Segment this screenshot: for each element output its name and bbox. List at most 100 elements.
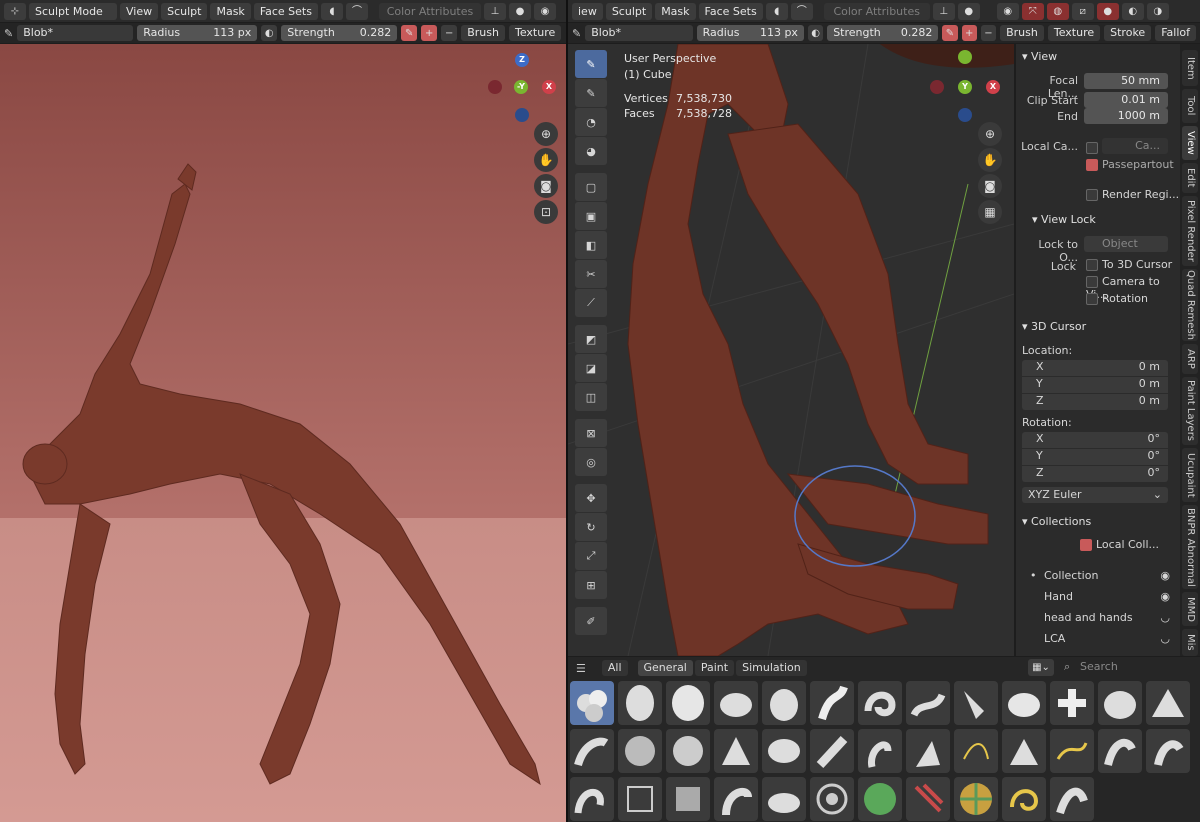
mask-by-color-tool[interactable]: ◎: [575, 448, 607, 476]
zoom-icon[interactable]: ⊕: [978, 122, 1002, 146]
cloth-filter-tool[interactable]: ◪: [575, 354, 607, 382]
camera-icon[interactable]: ◙: [534, 174, 558, 198]
brush-thumbnail[interactable]: [954, 729, 998, 773]
brush-thumbnail[interactable]: [714, 681, 758, 725]
symmetry-icon[interactable]: ◖: [765, 2, 788, 20]
view-lock-header[interactable]: ▾ View Lock: [1032, 212, 1096, 228]
stroke-menu[interactable]: Stroke: [1104, 25, 1152, 41]
strength-field[interactable]: Strength 0.282: [281, 25, 398, 41]
tab-ucupaint[interactable]: Ucupaint: [1182, 448, 1198, 502]
local-collections-option[interactable]: Local Coll...: [1080, 538, 1159, 551]
menu-sculpt-right[interactable]: Sculpt: [605, 2, 653, 20]
brush-thumbnail[interactable]: [666, 681, 710, 725]
gizmo-x-axis[interactable]: X: [986, 80, 1000, 94]
brush-menu[interactable]: Brush: [1000, 25, 1044, 41]
collection-item[interactable]: head and hands ◡: [1030, 611, 1170, 624]
menu-mask-right[interactable]: Mask: [655, 2, 696, 20]
paint-tool[interactable]: ◕: [575, 137, 607, 165]
box-mask-tool[interactable]: ▢: [575, 173, 607, 201]
color-attributes-button[interactable]: Color Attributes: [378, 2, 481, 20]
brush-thumbnail[interactable]: [810, 729, 854, 773]
strength-field[interactable]: Strength 0.282: [827, 25, 939, 41]
brush-thumbnail[interactable]: [954, 681, 998, 725]
tab-item[interactable]: Item: [1182, 50, 1198, 86]
tab-bnpr-abnormal[interactable]: BNPR Abnormal: [1182, 505, 1198, 589]
menu-view[interactable]: View: [120, 2, 159, 20]
tab-quad-remesh[interactable]: Quad Remesh: [1182, 269, 1198, 341]
cursor-location-x[interactable]: X0 m: [1022, 360, 1168, 376]
collection-item[interactable]: • Collection ◉: [1030, 569, 1170, 582]
texture-menu[interactable]: Texture: [1047, 25, 1101, 41]
lock-icon[interactable]: ⊡: [534, 200, 558, 224]
local-camera-field[interactable]: Ca...: [1102, 138, 1168, 154]
curve-icon[interactable]: ⌒: [345, 2, 368, 20]
brush-thumbnail[interactable]: [570, 681, 614, 725]
brush-thumbnail[interactable]: [906, 729, 950, 773]
render-region-checkbox[interactable]: [1086, 189, 1098, 201]
gizmo-neg-z-axis[interactable]: [958, 108, 972, 122]
gizmo-x-axis[interactable]: X: [542, 80, 556, 94]
shading-solid-icon[interactable]: ●: [1096, 2, 1119, 20]
box-face-set-tool[interactable]: ◧: [575, 231, 607, 259]
mask-tool[interactable]: ◔: [575, 108, 607, 136]
menu-mask[interactable]: Mask: [210, 2, 251, 20]
brush-thumbnail[interactable]: [762, 777, 806, 821]
menu-face-sets-right[interactable]: Face Sets: [698, 2, 763, 20]
box-trim-tool[interactable]: ✂: [575, 260, 607, 288]
focal-length-field[interactable]: 50 mm: [1084, 73, 1168, 89]
tab-mmd[interactable]: MMD: [1182, 592, 1198, 626]
mode-selector[interactable]: Sculpt Mode: [29, 2, 117, 20]
lock-rotation-checkbox[interactable]: [1086, 293, 1098, 305]
menu-icon[interactable]: ☰: [576, 662, 586, 675]
local-collections-checkbox[interactable]: [1080, 539, 1092, 551]
visibility-icon[interactable]: ◉: [996, 2, 1019, 20]
gizmo-neg-z-axis[interactable]: [515, 108, 529, 122]
brush-thumbnail[interactable]: [714, 729, 758, 773]
brush-selector[interactable]: Blob*: [585, 25, 693, 41]
view-section-header[interactable]: ▾ View: [1022, 49, 1057, 65]
brush-thumbnail[interactable]: [618, 777, 662, 821]
lock-to-cursor-option[interactable]: To 3D Cursor: [1086, 258, 1172, 271]
eye-closed-icon[interactable]: ◡: [1160, 611, 1170, 624]
tab-simulation[interactable]: Simulation: [736, 660, 807, 676]
menu-face-sets[interactable]: Face Sets: [253, 2, 318, 20]
passepartout-checkbox[interactable]: [1086, 159, 1098, 171]
passepartout-option[interactable]: Passepartout: [1086, 158, 1174, 171]
brush-thumbnail[interactable]: [1146, 681, 1190, 725]
brush-thumbnail[interactable]: [810, 681, 854, 725]
symmetry-icon[interactable]: ◖: [320, 2, 343, 20]
brush-thumbnail[interactable]: [1002, 777, 1046, 821]
eye-icon[interactable]: ◉: [1160, 569, 1170, 582]
lock-camera-checkbox[interactable]: [1086, 276, 1098, 288]
search-input[interactable]: Search: [1080, 660, 1118, 673]
brush-thumbnail[interactable]: [1050, 777, 1094, 821]
pan-hand-icon[interactable]: ✋: [978, 148, 1002, 172]
clip-end-field[interactable]: 1000 m: [1084, 108, 1168, 124]
overlays-icon[interactable]: ◍: [1046, 2, 1069, 20]
brush-selector[interactable]: Blob*: [17, 25, 134, 41]
tab-paint[interactable]: Paint: [694, 660, 735, 676]
radius-field[interactable]: Radius 113 px: [137, 25, 258, 41]
right-viewport[interactable]: User Perspective (1) Cube Vertices 7,538…: [568, 44, 1014, 656]
color-filter-tool[interactable]: ◫: [575, 383, 607, 411]
cursor-section-header[interactable]: ▾ 3D Cursor: [1022, 319, 1086, 335]
move-tool[interactable]: ✥: [575, 484, 607, 512]
gizmo-z-axis[interactable]: [958, 50, 972, 64]
pressure-icon[interactable]: ◐: [261, 25, 278, 41]
brush-thumbnail[interactable]: [810, 777, 854, 821]
collection-item[interactable]: Hand ◉: [1030, 590, 1170, 603]
brush-thumbnail[interactable]: [1050, 681, 1094, 725]
transform-icon[interactable]: ⊥: [932, 2, 955, 20]
brush-thumbnail[interactable]: [954, 777, 998, 821]
transform-tool[interactable]: ⊞: [575, 571, 607, 599]
tab-tool[interactable]: Tool: [1182, 89, 1198, 123]
brush-thumbnail[interactable]: [1002, 681, 1046, 725]
strength-pressure-icon[interactable]: ✎: [401, 25, 418, 41]
color-attributes-button[interactable]: Color Attributes: [823, 2, 930, 20]
cursor-rotation-z[interactable]: Z 0°: [1022, 466, 1168, 482]
box-hide-tool[interactable]: ▣: [575, 202, 607, 230]
texture-menu[interactable]: Texture: [508, 25, 562, 41]
brush-thumbnail[interactable]: [1146, 729, 1190, 773]
rotation-mode-dropdown[interactable]: XYZ Euler ⌄: [1022, 487, 1168, 503]
lock-to-object-field[interactable]: Object: [1084, 236, 1168, 252]
